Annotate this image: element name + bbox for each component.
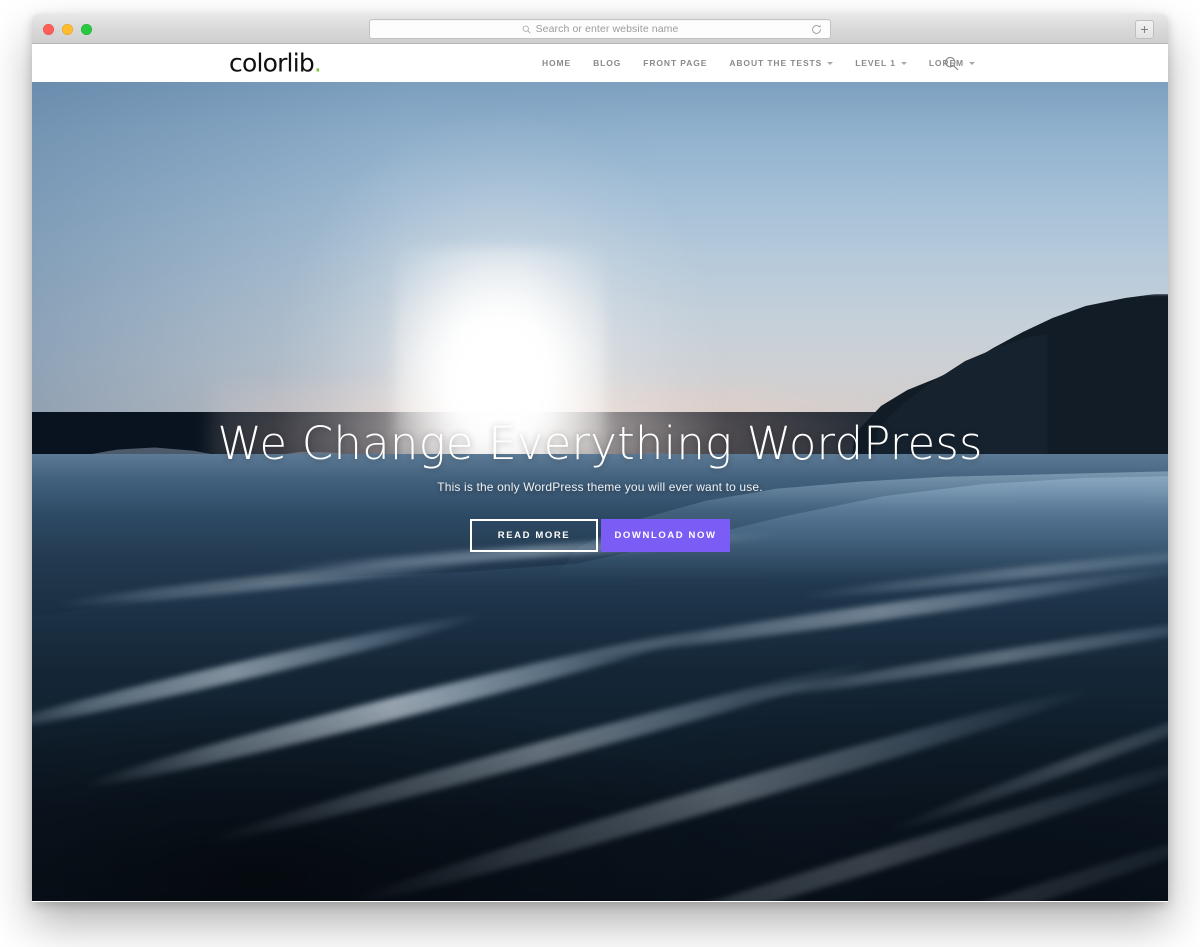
hero-title: We Change Everything WordPress: [217, 417, 983, 470]
address-bar[interactable]: Search or enter website name: [369, 19, 831, 39]
minimize-window-button[interactable]: [62, 24, 73, 35]
nav-item-about-the-tests[interactable]: ABOUT THE TESTS: [729, 58, 834, 68]
nav-item-front-page[interactable]: FRONT PAGE: [643, 58, 707, 68]
site-navbar: colorlib. HOME BLOG FRONT PAGE ABOUT THE…: [32, 44, 1168, 82]
download-now-button[interactable]: DOWNLOAD NOW: [601, 518, 730, 552]
chevron-down-icon: [827, 61, 834, 65]
nav-item-blog[interactable]: BLOG: [593, 58, 621, 68]
site-logo[interactable]: colorlib.: [229, 48, 322, 78]
reload-icon[interactable]: [810, 23, 822, 35]
search-icon: [522, 25, 530, 33]
chevron-down-icon: [900, 61, 907, 65]
maximize-window-button[interactable]: [81, 24, 92, 35]
nav-item-level-1[interactable]: LEVEL 1: [855, 58, 907, 68]
hero-content: We Change Everything WordPress This is t…: [32, 82, 1168, 552]
browser-titlebar: Search or enter website name +: [32, 14, 1168, 44]
hero-section: We Change Everything WordPress This is t…: [32, 82, 1168, 901]
chevron-down-icon: [969, 61, 976, 65]
page-viewport: colorlib. HOME BLOG FRONT PAGE ABOUT THE…: [32, 44, 1168, 901]
nav-menu: HOME BLOG FRONT PAGE ABOUT THE TESTS LEV…: [542, 44, 976, 82]
hero-cta-group: READ MORE DOWNLOAD NOW: [32, 518, 1168, 552]
window-controls: [43, 24, 92, 35]
address-bar-content: Search or enter website name: [522, 23, 679, 35]
nav-item-label: ABOUT THE TESTS: [729, 58, 823, 68]
browser-window: Search or enter website name + colorlib.…: [32, 14, 1168, 902]
nav-item-home[interactable]: HOME: [542, 58, 571, 68]
site-logo-text: colorlib: [229, 48, 315, 78]
nav-item-label: BLOG: [593, 58, 622, 68]
nav-item-label: FRONT PAGE: [643, 58, 708, 68]
site-logo-dot: .: [313, 48, 322, 78]
nav-item-label: LEVEL 1: [855, 58, 896, 68]
hero-subtitle: This is the only WordPress theme you wil…: [437, 479, 763, 494]
new-tab-button[interactable]: +: [1135, 20, 1154, 39]
nav-search-button[interactable]: [942, 54, 960, 72]
address-bar-placeholder: Search or enter website name: [535, 23, 679, 35]
search-icon: [944, 56, 958, 70]
close-window-button[interactable]: [43, 24, 54, 35]
read-more-button[interactable]: READ MORE: [470, 518, 598, 552]
nav-item-label: HOME: [542, 58, 572, 68]
